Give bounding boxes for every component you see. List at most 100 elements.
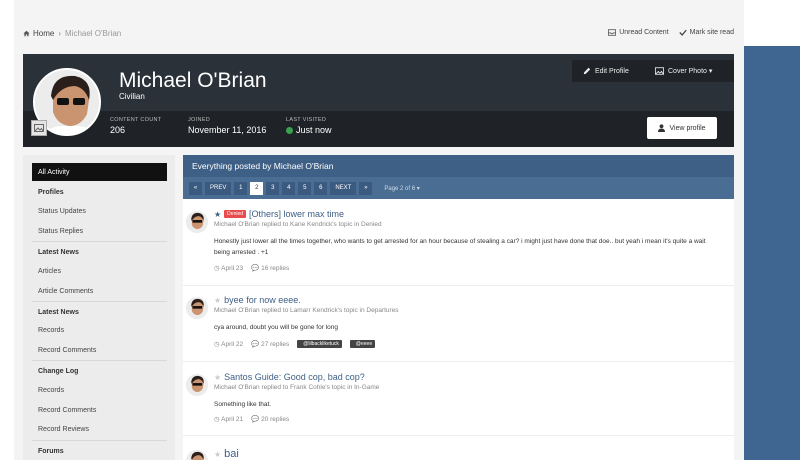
post-date[interactable]: ◷ April 22	[214, 340, 243, 348]
edit-profile-label: Edit Profile	[595, 67, 629, 75]
view-profile-label: View profile	[669, 124, 706, 132]
sidebar-heading-latest-news-2: Latest News	[38, 309, 79, 316]
post-date[interactable]: ◷ April 21	[214, 415, 243, 423]
sidebar-item-records-2[interactable]: Records	[38, 387, 64, 394]
star-icon[interactable]: ★	[214, 296, 221, 305]
pager-page-6[interactable]: 6	[314, 181, 328, 195]
activity-body: Something like that.	[214, 401, 272, 408]
sidebar-item-record-reviews[interactable]: Record Reviews	[38, 426, 89, 433]
header-actions: Edit Profile Cover Photo ▾	[572, 60, 734, 82]
pager-page-4[interactable]: 4	[282, 181, 296, 195]
pager-next-button[interactable]: NEXT	[330, 181, 357, 195]
sidebar-item-status-updates[interactable]: Status Updates	[38, 208, 86, 215]
sidebar-item-status-replies[interactable]: Status Replies	[38, 228, 83, 235]
activity-title-link[interactable]: [Others] lower max time	[249, 209, 344, 219]
post-date[interactable]: ◷ April 23	[214, 264, 243, 272]
stat-value-wrap: Just now	[286, 125, 332, 135]
blue-backdrop	[744, 46, 800, 460]
sidebar-item-article-comments[interactable]: Article Comments	[38, 288, 93, 295]
activity-title-link[interactable]: byee for now eeee.	[224, 295, 301, 305]
sidebar-item-record-comments[interactable]: Record Comments	[38, 347, 96, 354]
sidebar-heading-change-log: Change Log	[38, 368, 79, 375]
avatar-photo	[186, 211, 208, 233]
tag[interactable]: @eeee	[349, 340, 376, 348]
post-date-text: April 21	[221, 416, 244, 423]
pencil-icon	[583, 67, 591, 75]
post-replies: 💬 27 replies	[251, 341, 290, 348]
profile-username: Michael O'Brian	[119, 69, 267, 92]
activity-item: ★ byee for now eeee. Michael O'Brian rep…	[183, 295, 734, 362]
activity-title: ★ Santos Guide: Good cop, bad cop?	[214, 372, 365, 382]
sidebar-item-all-activity[interactable]: All Activity	[32, 163, 167, 181]
pager-prev-button[interactable]: PREV	[205, 181, 232, 195]
pagination: « PREV 1 2 3 4 5 6 NEXT » Page 2 of 6 ▾	[183, 177, 734, 199]
avatar-photo	[186, 374, 208, 396]
content-title: Everything posted by Michael O'Brian	[183, 155, 734, 177]
activity-meta: Michael O'Brian replied to Kane Kendrick…	[214, 221, 382, 228]
post-replies: 💬 16 replies	[251, 265, 290, 272]
star-icon[interactable]: ★	[214, 210, 221, 219]
cover-photo-button[interactable]: Cover Photo ▾	[644, 60, 734, 82]
unread-content-link[interactable]: Unread Content	[608, 29, 669, 36]
home-icon	[23, 30, 30, 37]
activity-content: Everything posted by Michael O'Brian « P…	[183, 155, 734, 460]
sidebar-item-records[interactable]: Records	[38, 327, 64, 334]
unread-content-label: Unread Content	[619, 29, 669, 36]
star-icon[interactable]: ★	[214, 450, 221, 459]
stat-content-count: CONTENT COUNT 206	[110, 117, 161, 135]
post-replies: 💬 20 replies	[251, 416, 290, 423]
sidebar-item-record-comments-2[interactable]: Record Comments	[38, 407, 96, 414]
activity-sidebar: All Activity Profiles Status Updates Sta…	[23, 155, 175, 460]
view-profile-button[interactable]: View profile	[647, 117, 717, 139]
stat-label: LAST VISITED	[286, 117, 327, 123]
sidebar-item-articles[interactable]: Articles	[38, 268, 61, 275]
activity-stats: ◷ April 22 💬 27 replies @lilbackliketuck…	[214, 340, 376, 348]
change-photo-button[interactable]	[31, 120, 47, 136]
post-replies-text: 27 replies	[261, 341, 290, 348]
mark-site-read-link[interactable]: Mark site read	[678, 29, 734, 36]
post-replies-text: 16 replies	[261, 265, 290, 272]
poster-avatar[interactable]	[186, 211, 208, 233]
breadcrumb-home-link[interactable]: Home	[33, 29, 54, 38]
tag[interactable]: @lilbackliketuck	[297, 340, 342, 348]
pager-page-3[interactable]: 3	[266, 181, 280, 195]
poster-avatar[interactable]	[186, 374, 208, 396]
activity-stats: ◷ April 21 💬 20 replies	[214, 415, 289, 423]
sidebar-divider	[32, 440, 167, 441]
poster-avatar[interactable]	[186, 297, 208, 319]
breadcrumb-current[interactable]: Michael O'Brian	[65, 29, 121, 38]
activity-body: Honestly just lower all the times togeth…	[214, 238, 706, 256]
post-replies-text: 20 replies	[261, 416, 290, 423]
stat-value[interactable]: 206	[110, 125, 161, 135]
profile-rank: Civilian	[119, 92, 145, 101]
activity-title-link[interactable]: Santos Guide: Good cop, bad cop?	[224, 372, 365, 382]
pager-page-5[interactable]: 5	[298, 181, 312, 195]
item-divider	[183, 285, 734, 286]
poster-avatar[interactable]	[186, 450, 208, 460]
activity-title-link[interactable]: bai	[224, 448, 239, 460]
sidebar-divider	[32, 301, 167, 302]
sidebar-heading-latest-news: Latest News	[38, 249, 79, 256]
pager-page-2[interactable]: 2	[250, 181, 264, 195]
inbox-icon	[608, 29, 617, 36]
sidebar-heading-forums: Forums	[38, 448, 64, 455]
post-date-text: April 22	[221, 341, 244, 348]
cover-photo-label: Cover Photo ▾	[668, 68, 713, 75]
image-icon	[655, 67, 664, 75]
pager-first-button[interactable]: «	[189, 181, 202, 195]
stat-value: November 11, 2016	[188, 125, 267, 135]
item-divider	[183, 435, 734, 436]
pager-page-jump[interactable]: Page 2 of 6 ▾	[381, 182, 422, 195]
pager-page-1[interactable]: 1	[234, 181, 248, 195]
activity-title: ★ Denied [Others] lower max time	[214, 209, 344, 219]
avatar-photo	[186, 297, 208, 319]
pager-last-button[interactable]: »	[359, 181, 373, 195]
edit-profile-button[interactable]: Edit Profile	[572, 60, 644, 82]
status-badge: Denied	[224, 210, 247, 218]
star-icon[interactable]: ★	[214, 373, 221, 382]
post-date-text: April 23	[221, 265, 244, 272]
activity-item: ★ Denied [Others] lower max time Michael…	[183, 209, 734, 286]
breadcrumb-separator: ›	[58, 29, 62, 38]
sidebar-heading-profiles: Profiles	[38, 189, 64, 196]
right-background	[744, 0, 800, 460]
